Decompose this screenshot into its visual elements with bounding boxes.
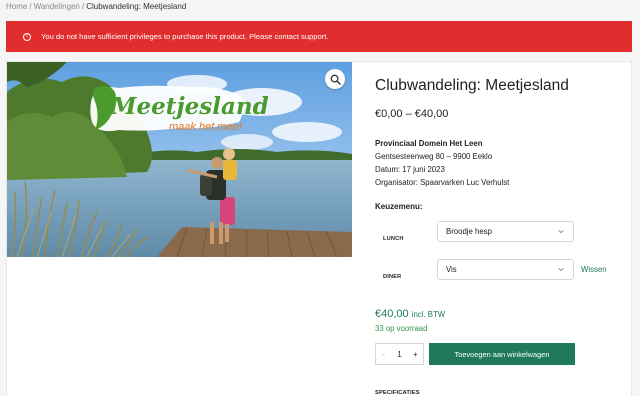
quantity-input[interactable]: 1 xyxy=(391,350,407,359)
diner-label: DINER xyxy=(383,274,402,280)
diner-select-value: Vis xyxy=(446,265,457,274)
breadcrumb-separator: / xyxy=(29,2,32,11)
product-price: €40,00 incl. BTW xyxy=(375,308,445,320)
lunch-label: LUNCH xyxy=(383,236,404,242)
breadcrumb: Home / Wandelingen / Clubwandeling: Meetjesl… xyxy=(6,2,186,11)
info-circle-icon: ! xyxy=(23,32,31,41)
breadcrumb-category-link[interactable]: Wandelingen xyxy=(34,2,80,11)
magnifier-icon xyxy=(330,74,341,85)
chevron-down-icon xyxy=(558,229,564,234)
quantity-decrease-button[interactable]: - xyxy=(376,350,391,359)
menu-label: Keuzemenu: xyxy=(375,202,423,211)
svg-text:maak het mee!: maak het mee! xyxy=(169,121,242,133)
product-image[interactable]: Meetjesland maak het mee! xyxy=(7,62,352,257)
diner-select[interactable]: Vis xyxy=(437,259,574,280)
add-to-cart-button[interactable]: Toevoegen aan winkelwagen xyxy=(429,343,575,365)
price-amount: €40,00 xyxy=(375,308,409,320)
svg-text:Meetjesland: Meetjesland xyxy=(110,93,269,120)
alert-message: You do not have sufficient privileges to… xyxy=(41,32,329,41)
venue-name: Provinciaal Domein Het Leen xyxy=(375,139,483,148)
product-card: Meetjesland maak het mee! Clubwandeling:… xyxy=(6,61,632,396)
lake-photo: Meetjesland maak het mee! xyxy=(7,62,352,257)
chevron-down-icon xyxy=(558,267,564,272)
venue-address: Gentsesteenweg 80 – 9900 Eeklo xyxy=(375,152,493,161)
specifications-heading: SPECIFICATIES xyxy=(375,390,420,396)
error-alert: ! You do not have sufficient privileges … xyxy=(6,21,632,52)
event-date: Datum: 17 juni 2023 xyxy=(375,165,445,174)
stock-status: 33 op voorraad xyxy=(375,324,428,333)
clear-selection-link[interactable]: Wissen xyxy=(581,265,607,274)
price-range: €0,00 – €40,00 xyxy=(375,108,449,120)
lunch-select[interactable]: Broodje hesp xyxy=(437,221,574,242)
breadcrumb-home-link[interactable]: Home xyxy=(6,2,27,11)
quantity-stepper: - 1 + xyxy=(375,343,424,365)
breadcrumb-separator: / xyxy=(81,2,85,11)
price-suffix: incl. BTW xyxy=(411,310,446,319)
lunch-select-value: Broodje hesp xyxy=(446,227,492,236)
event-info: Provinciaal Domein Het Leen Gentsesteenw… xyxy=(375,137,509,189)
zoom-button[interactable] xyxy=(325,69,345,89)
event-organizer: Organisator: Spaarvarken Luc Verhulst xyxy=(375,178,510,187)
quantity-increase-button[interactable]: + xyxy=(408,350,423,359)
product-title: Clubwandeling: Meetjesland xyxy=(375,77,569,94)
breadcrumb-current: Clubwandeling: Meetjesland xyxy=(86,2,187,11)
